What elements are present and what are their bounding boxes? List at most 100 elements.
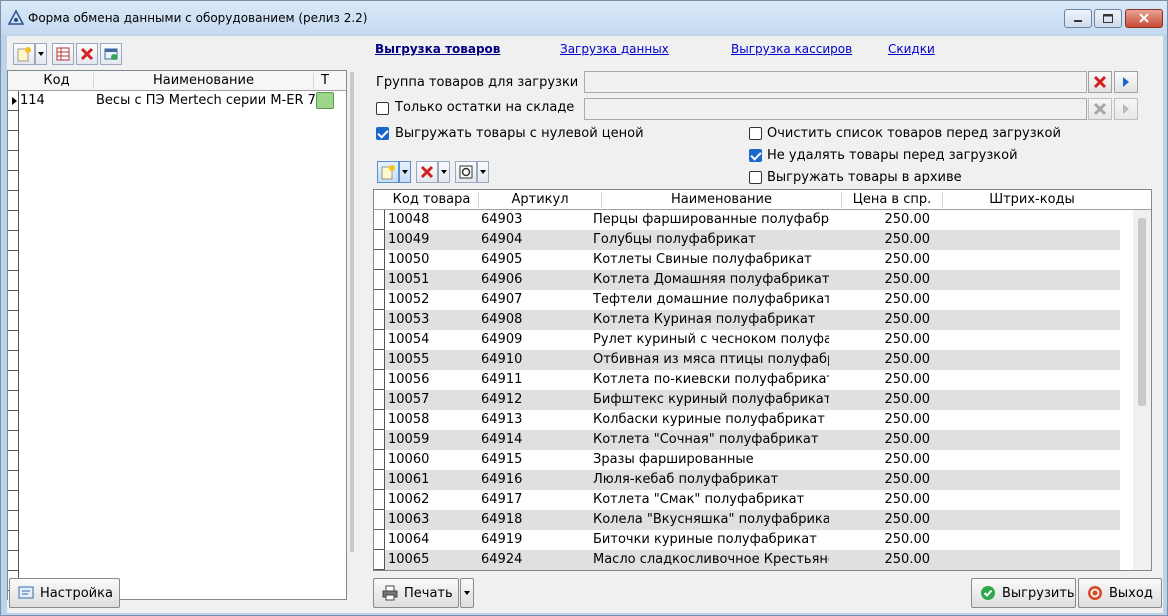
column-header-type[interactable]: Т (314, 73, 336, 89)
article-cell: 64905 (481, 252, 523, 267)
clear-warehouse-button[interactable] (1088, 98, 1112, 120)
delete-icon (1093, 75, 1107, 89)
product-name-cell: Колбаски куриные полуфабрикат (593, 412, 825, 427)
stock-only-checkbox[interactable] (376, 102, 389, 115)
device-row[interactable]: 114 Весы с ПЭ Mertech серии M-ER 725 (20, 92, 334, 111)
product-code-cell: 10048 (388, 212, 430, 227)
product-code-cell: 10061 (388, 472, 430, 487)
add-device-button[interactable] (13, 43, 35, 65)
article-cell: 64904 (481, 232, 523, 247)
delete-icon (1093, 102, 1107, 116)
products-scroll-thumb[interactable] (1138, 218, 1146, 406)
delete-product-dropdown[interactable] (438, 161, 450, 183)
table-row[interactable]: 10057 64912 Бифштекс куриный полуфабрикат 2… (385, 390, 1120, 410)
upload-button[interactable]: Выгрузить (971, 578, 1076, 608)
column-header-product-name[interactable]: Наименование (602, 192, 842, 208)
price-cell: 250.00 (884, 552, 931, 567)
column-header-product-code[interactable]: Код товара (385, 192, 479, 208)
article-cell: 64910 (481, 352, 523, 367)
table-row[interactable]: 10049 64904 Голубцы полуфабрикат 250.00 (385, 230, 1120, 250)
zero-price-checkbox[interactable] (376, 127, 389, 140)
table-row[interactable]: 10059 64914 Котлета "Сочная" полуфабрикат 2… (385, 430, 1120, 450)
edit-device-button[interactable] (52, 43, 74, 65)
table-row[interactable]: 10054 64909 Рулет куриный с чесноком полуф… (385, 330, 1120, 350)
archive-checkbox[interactable] (749, 171, 762, 184)
delete-product-button[interactable] (416, 161, 438, 183)
select-group-button[interactable] (1114, 71, 1138, 93)
delete-device-button[interactable] (76, 43, 98, 65)
products-scrollbar[interactable] (1133, 210, 1151, 570)
column-header-name[interactable]: Наименование (94, 73, 314, 89)
table-row[interactable]: 10050 64905 Котлеты Свиные полуфабрикат 250… (385, 250, 1120, 270)
refresh-products-dropdown[interactable] (477, 161, 489, 183)
refresh-products-button[interactable] (455, 161, 477, 183)
product-name-cell: Котлета Домашняя полуфабрикат (593, 272, 829, 287)
product-code-cell: 10060 (388, 452, 430, 467)
price-cell: 250.00 (884, 392, 931, 407)
tab-discounts[interactable]: Скидки (888, 42, 935, 56)
table-row[interactable]: 10064 64919 Биточки куриные полуфабрикат 25… (385, 530, 1120, 550)
devices-grid-header: Код Наименование Т (8, 71, 346, 91)
settings-button[interactable]: Настройка (9, 578, 120, 608)
products-rows: 10048 64903 Перцы фаршированные полуфабрик… (385, 210, 1120, 570)
device-properties-button[interactable] (100, 43, 122, 65)
exit-button[interactable]: Выход (1078, 578, 1162, 608)
price-cell: 250.00 (884, 532, 931, 547)
table-row[interactable]: 10052 64907 Тефтели домашние полуфабрикат 2… (385, 290, 1120, 310)
table-row[interactable]: 10062 64917 Котлета "Смак" полуфабрикат 250… (385, 490, 1120, 510)
chevron-down-icon (38, 52, 44, 56)
table-row[interactable]: 10055 64910 Отбивная из мяса птицы полуфаб… (385, 350, 1120, 370)
no-delete-checkbox[interactable] (749, 149, 762, 162)
print-button[interactable]: Печать (373, 578, 459, 608)
column-header-price[interactable]: Цена в спр. (842, 192, 943, 208)
warehouse-input[interactable] (584, 98, 1087, 120)
table-row[interactable]: 10048 64903 Перцы фаршированные полуфабрик… (385, 210, 1120, 230)
maximize-icon (1103, 14, 1113, 23)
product-name-cell: Отбивная из мяса птицы полуфабрикат (593, 352, 829, 367)
table-row[interactable]: 10051 64906 Котлета Домашняя полуфабрикат 2… (385, 270, 1120, 290)
table-row[interactable]: 10053 64908 Котлета Куриная полуфабрикат 25… (385, 310, 1120, 330)
left-scroll-thumb[interactable] (350, 72, 354, 552)
group-input[interactable] (584, 71, 1087, 93)
product-code-cell: 10051 (388, 272, 430, 287)
table-row[interactable]: 10061 64916 Люля-кебаб полуфабрикат 250.00 (385, 470, 1120, 490)
table-row[interactable]: 10063 64918 Колела "Вкусняшка" полуфабрика… (385, 510, 1120, 530)
product-code-cell: 10050 (388, 252, 430, 267)
table-row[interactable]: 10060 64915 Зразы фаршированные 250.00 (385, 450, 1120, 470)
column-header-code[interactable]: Код (20, 73, 94, 89)
table-row[interactable]: 10058 64913 Колбаски куриные полуфабрикат 2… (385, 410, 1120, 430)
column-header-article[interactable]: Артикул (479, 192, 602, 208)
product-name-cell: Бифштекс куриный полуфабрикат (593, 392, 829, 407)
article-cell: 64924 (481, 552, 523, 567)
close-window-button[interactable] (1125, 9, 1163, 28)
table-row[interactable]: 10056 64911 Котлета по-киевски полуфабрика… (385, 370, 1120, 390)
maximize-button[interactable] (1094, 9, 1122, 28)
article-cell: 64914 (481, 432, 523, 447)
play-arrow-icon (1123, 104, 1129, 114)
article-cell: 64907 (481, 292, 523, 307)
products-grid: Код товара Артикул Наименование Цена в с… (373, 189, 1152, 571)
tab-load-data[interactable]: Загрузка данных (560, 42, 669, 56)
table-row[interactable]: 10065 64924 Масло сладкосливочное Крестьян… (385, 550, 1120, 570)
clear-list-checkbox[interactable] (749, 127, 762, 140)
add-product-button[interactable] (377, 161, 399, 183)
select-warehouse-button[interactable] (1114, 98, 1138, 120)
product-name-cell: Котлета "Смак" полуфабрикат (593, 492, 805, 507)
product-name-cell: Рулет куриный с чесноком полуфабрикат (593, 332, 829, 347)
minimize-button[interactable] (1064, 9, 1092, 28)
left-scrollbar[interactable] (348, 70, 356, 600)
tab-upload-goods[interactable]: Выгрузка товаров (375, 42, 500, 56)
article-cell: 64911 (481, 372, 523, 387)
column-header-barcodes[interactable]: Штрих-коды (943, 192, 1121, 208)
product-code-cell: 10064 (388, 532, 430, 547)
price-cell: 250.00 (884, 272, 931, 287)
add-device-dropdown[interactable] (35, 43, 47, 65)
price-cell: 250.00 (884, 312, 931, 327)
tab-upload-cashiers[interactable]: Выгрузка кассиров (731, 42, 852, 56)
product-name-cell: Масло сладкосливочное Крестьянское (593, 552, 829, 567)
add-product-dropdown[interactable] (399, 161, 411, 183)
product-code-cell: 10057 (388, 392, 430, 407)
print-dropdown-button[interactable] (460, 578, 474, 608)
price-cell: 250.00 (884, 212, 931, 227)
clear-group-button[interactable] (1088, 71, 1112, 93)
